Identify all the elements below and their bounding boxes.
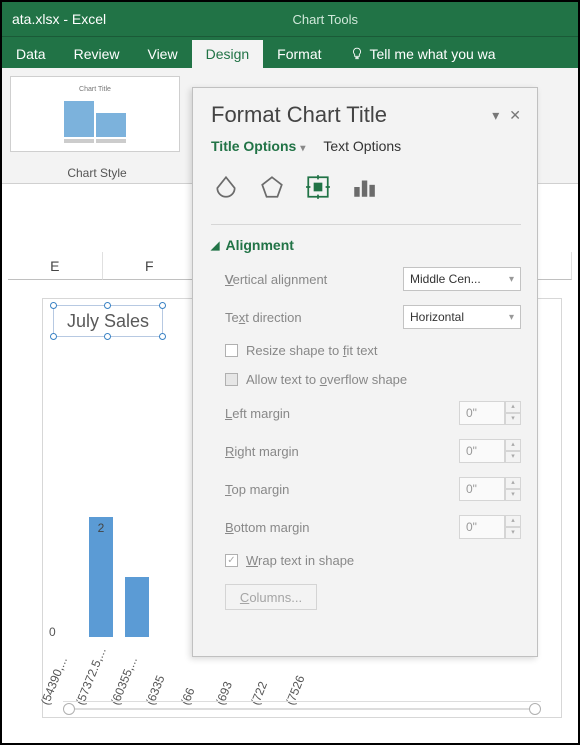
y-axis-zero: 0: [49, 625, 56, 639]
chart-horizontal-scrollbar[interactable]: [63, 701, 541, 715]
col-header[interactable]: F: [103, 252, 198, 280]
pane-title: Format Chart Title: [211, 102, 387, 128]
collapse-triangle-icon: ◢: [211, 239, 219, 252]
selection-handle[interactable]: [104, 302, 111, 309]
chart-title-textbox[interactable]: July Sales: [53, 305, 163, 337]
tell-me-label: Tell me what you wa: [370, 46, 496, 62]
chart-title-text: July Sales: [67, 311, 149, 332]
bars-icon[interactable]: [349, 172, 379, 202]
bars: 2: [53, 377, 149, 637]
window-title: ata.xlsx - Excel: [12, 11, 106, 27]
x-label: (54390,...: [38, 683, 58, 707]
alignment-label: Alignment: [225, 237, 293, 253]
lightbulb-icon: [350, 47, 364, 61]
ribbon-group-label: Chart Style: [2, 166, 192, 180]
tab-data[interactable]: Data: [2, 40, 60, 68]
tab-view[interactable]: View: [133, 40, 191, 68]
tell-me-search[interactable]: Tell me what you wa: [336, 40, 510, 68]
selection-handle[interactable]: [104, 333, 111, 340]
left-margin-spinner: 0" ▴▾: [459, 401, 521, 425]
alignment-section-header[interactable]: ◢ Alignment: [211, 237, 521, 253]
bottom-margin-spinner: 0" ▴▾: [459, 515, 521, 539]
bar[interactable]: 2: [89, 517, 113, 637]
col-header[interactable]: E: [8, 252, 103, 280]
selection-handle[interactable]: [50, 302, 57, 309]
checkbox-icon: [225, 373, 238, 386]
pane-tab-title-options[interactable]: Title Options▾: [211, 138, 305, 158]
resize-shape-checkbox: Resize shape to fit text: [211, 343, 521, 358]
top-margin-spinner: 0" ▴▾: [459, 477, 521, 501]
selection-handle[interactable]: [50, 333, 57, 340]
pane-tab-text-options[interactable]: Text Options: [323, 138, 401, 158]
wrap-text-checkbox: Wrap text in shape: [211, 553, 521, 568]
fill-line-icon[interactable]: [211, 172, 241, 202]
pane-category-icons: [211, 172, 521, 202]
tab-review[interactable]: Review: [60, 40, 134, 68]
format-chart-title-pane[interactable]: Format Chart Title ▾ ✕ Title Options▾ Te…: [192, 87, 538, 657]
effects-icon[interactable]: [257, 172, 287, 202]
ribbon-tabs: Data Review View Design Format Tell me w…: [2, 36, 578, 68]
allow-overflow-checkbox: Allow text to overflow shape: [211, 372, 521, 387]
bar[interactable]: [125, 577, 149, 637]
left-margin-label: Left margin: [225, 406, 459, 421]
vertical-alignment-dropdown[interactable]: Middle Cen...▾: [403, 267, 521, 291]
text-direction-label: Text direction: [225, 310, 403, 325]
context-tab-label: Chart Tools: [292, 12, 358, 27]
text-direction-dropdown[interactable]: Horizontal▾: [403, 305, 521, 329]
checkbox-icon: [225, 344, 238, 357]
chart-thumb-title: Chart Title: [79, 86, 111, 93]
scroll-thumb[interactable]: [529, 703, 541, 715]
chart-style-thumbnail[interactable]: Chart Title: [10, 76, 180, 152]
vertical-alignment-label: VVertical alignment: [225, 272, 403, 287]
bottom-margin-label: Bottom margin: [225, 520, 459, 535]
selection-handle[interactable]: [159, 302, 166, 309]
top-margin-label: Top margin: [225, 482, 459, 497]
right-margin-spinner: 0" ▴▾: [459, 439, 521, 463]
checkbox-icon: [225, 554, 238, 567]
bar-value-label: 2: [89, 521, 113, 535]
columns-button: Columns...: [225, 584, 317, 610]
pane-menu-icon[interactable]: ▾: [492, 107, 499, 124]
tab-format[interactable]: Format: [263, 40, 335, 68]
scroll-thumb[interactable]: [63, 703, 75, 715]
title-bar: ata.xlsx - Excel Chart Tools: [2, 2, 578, 36]
size-properties-icon[interactable]: [303, 172, 333, 202]
selection-handle[interactable]: [159, 333, 166, 340]
pane-close-icon[interactable]: ✕: [509, 107, 521, 124]
tab-design[interactable]: Design: [192, 40, 264, 68]
right-margin-label: Right margin: [225, 444, 459, 459]
